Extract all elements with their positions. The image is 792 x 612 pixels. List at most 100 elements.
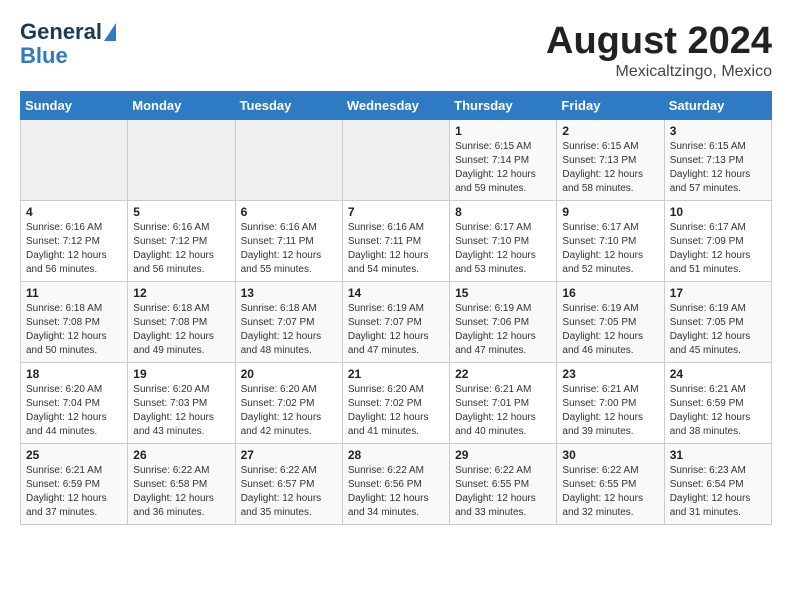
day-info: Sunrise: 6:18 AMSunset: 7:08 PMDaylight:… xyxy=(133,303,214,356)
day-info: Sunrise: 6:15 AMSunset: 7:14 PMDaylight:… xyxy=(455,141,536,194)
calendar-cell: 11 Sunrise: 6:18 AMSunset: 7:08 PMDaylig… xyxy=(21,282,128,363)
day-info: Sunrise: 6:15 AMSunset: 7:13 PMDaylight:… xyxy=(562,141,643,194)
calendar-cell: 14 Sunrise: 6:19 AMSunset: 7:07 PMDaylig… xyxy=(342,282,449,363)
day-info: Sunrise: 6:22 AMSunset: 6:55 PMDaylight:… xyxy=(562,465,643,518)
day-info: Sunrise: 6:17 AMSunset: 7:10 PMDaylight:… xyxy=(455,222,536,275)
logo-blue: Blue xyxy=(20,44,68,68)
calendar-cell: 18 Sunrise: 6:20 AMSunset: 7:04 PMDaylig… xyxy=(21,363,128,444)
calendar-cell: 8 Sunrise: 6:17 AMSunset: 7:10 PMDayligh… xyxy=(450,201,557,282)
day-number: 23 xyxy=(562,367,658,381)
day-info: Sunrise: 6:22 AMSunset: 6:55 PMDaylight:… xyxy=(455,465,536,518)
calendar-cell: 9 Sunrise: 6:17 AMSunset: 7:10 PMDayligh… xyxy=(557,201,664,282)
day-number: 13 xyxy=(241,286,337,300)
calendar-week-1: 1 Sunrise: 6:15 AMSunset: 7:14 PMDayligh… xyxy=(21,120,772,201)
day-number: 1 xyxy=(455,124,551,138)
day-number: 15 xyxy=(455,286,551,300)
calendar-cell: 3 Sunrise: 6:15 AMSunset: 7:13 PMDayligh… xyxy=(664,120,771,201)
calendar-cell: 6 Sunrise: 6:16 AMSunset: 7:11 PMDayligh… xyxy=(235,201,342,282)
day-number: 19 xyxy=(133,367,229,381)
day-number: 6 xyxy=(241,205,337,219)
header-monday: Monday xyxy=(128,92,235,120)
calendar-cell: 15 Sunrise: 6:19 AMSunset: 7:06 PMDaylig… xyxy=(450,282,557,363)
day-number: 11 xyxy=(26,286,122,300)
day-info: Sunrise: 6:21 AMSunset: 7:01 PMDaylight:… xyxy=(455,384,536,437)
page-header: General Blue August 2024 Mexicaltzingo, … xyxy=(20,20,772,81)
day-info: Sunrise: 6:21 AMSunset: 7:00 PMDaylight:… xyxy=(562,384,643,437)
calendar-cell: 7 Sunrise: 6:16 AMSunset: 7:11 PMDayligh… xyxy=(342,201,449,282)
calendar-cell: 10 Sunrise: 6:17 AMSunset: 7:09 PMDaylig… xyxy=(664,201,771,282)
calendar-cell: 29 Sunrise: 6:22 AMSunset: 6:55 PMDaylig… xyxy=(450,444,557,525)
day-info: Sunrise: 6:21 AMSunset: 6:59 PMDaylight:… xyxy=(26,465,107,518)
day-number: 27 xyxy=(241,448,337,462)
day-number: 14 xyxy=(348,286,444,300)
calendar-cell: 13 Sunrise: 6:18 AMSunset: 7:07 PMDaylig… xyxy=(235,282,342,363)
calendar-cell: 16 Sunrise: 6:19 AMSunset: 7:05 PMDaylig… xyxy=(557,282,664,363)
calendar-cell: 22 Sunrise: 6:21 AMSunset: 7:01 PMDaylig… xyxy=(450,363,557,444)
header-row: Sunday Monday Tuesday Wednesday Thursday… xyxy=(21,92,772,120)
calendar-table: Sunday Monday Tuesday Wednesday Thursday… xyxy=(20,91,772,525)
day-info: Sunrise: 6:23 AMSunset: 6:54 PMDaylight:… xyxy=(670,465,751,518)
day-info: Sunrise: 6:19 AMSunset: 7:06 PMDaylight:… xyxy=(455,303,536,356)
calendar-cell: 25 Sunrise: 6:21 AMSunset: 6:59 PMDaylig… xyxy=(21,444,128,525)
day-number: 18 xyxy=(26,367,122,381)
day-info: Sunrise: 6:22 AMSunset: 6:56 PMDaylight:… xyxy=(348,465,429,518)
day-number: 10 xyxy=(670,205,766,219)
logo: General Blue xyxy=(20,20,116,68)
calendar-cell: 5 Sunrise: 6:16 AMSunset: 7:12 PMDayligh… xyxy=(128,201,235,282)
calendar-cell: 17 Sunrise: 6:19 AMSunset: 7:05 PMDaylig… xyxy=(664,282,771,363)
calendar-week-4: 18 Sunrise: 6:20 AMSunset: 7:04 PMDaylig… xyxy=(21,363,772,444)
calendar-cell: 1 Sunrise: 6:15 AMSunset: 7:14 PMDayligh… xyxy=(450,120,557,201)
day-info: Sunrise: 6:20 AMSunset: 7:02 PMDaylight:… xyxy=(348,384,429,437)
calendar-cell: 21 Sunrise: 6:20 AMSunset: 7:02 PMDaylig… xyxy=(342,363,449,444)
calendar-cell: 19 Sunrise: 6:20 AMSunset: 7:03 PMDaylig… xyxy=(128,363,235,444)
day-number: 28 xyxy=(348,448,444,462)
day-number: 22 xyxy=(455,367,551,381)
calendar-cell: 28 Sunrise: 6:22 AMSunset: 6:56 PMDaylig… xyxy=(342,444,449,525)
day-info: Sunrise: 6:18 AMSunset: 7:07 PMDaylight:… xyxy=(241,303,322,356)
calendar-cell: 30 Sunrise: 6:22 AMSunset: 6:55 PMDaylig… xyxy=(557,444,664,525)
day-number: 12 xyxy=(133,286,229,300)
calendar-cell: 20 Sunrise: 6:20 AMSunset: 7:02 PMDaylig… xyxy=(235,363,342,444)
header-saturday: Saturday xyxy=(664,92,771,120)
day-number: 7 xyxy=(348,205,444,219)
day-number: 30 xyxy=(562,448,658,462)
day-info: Sunrise: 6:20 AMSunset: 7:02 PMDaylight:… xyxy=(241,384,322,437)
calendar-week-2: 4 Sunrise: 6:16 AMSunset: 7:12 PMDayligh… xyxy=(21,201,772,282)
day-number: 17 xyxy=(670,286,766,300)
day-number: 24 xyxy=(670,367,766,381)
logo-triangle-icon xyxy=(104,23,116,41)
day-number: 16 xyxy=(562,286,658,300)
day-info: Sunrise: 6:16 AMSunset: 7:11 PMDaylight:… xyxy=(348,222,429,275)
header-tuesday: Tuesday xyxy=(235,92,342,120)
day-number: 8 xyxy=(455,205,551,219)
day-number: 9 xyxy=(562,205,658,219)
calendar-week-3: 11 Sunrise: 6:18 AMSunset: 7:08 PMDaylig… xyxy=(21,282,772,363)
day-info: Sunrise: 6:16 AMSunset: 7:11 PMDaylight:… xyxy=(241,222,322,275)
day-number: 2 xyxy=(562,124,658,138)
header-thursday: Thursday xyxy=(450,92,557,120)
day-number: 3 xyxy=(670,124,766,138)
header-friday: Friday xyxy=(557,92,664,120)
calendar-cell xyxy=(235,120,342,201)
calendar-cell: 2 Sunrise: 6:15 AMSunset: 7:13 PMDayligh… xyxy=(557,120,664,201)
calendar-cell: 27 Sunrise: 6:22 AMSunset: 6:57 PMDaylig… xyxy=(235,444,342,525)
day-info: Sunrise: 6:19 AMSunset: 7:05 PMDaylight:… xyxy=(562,303,643,356)
day-number: 31 xyxy=(670,448,766,462)
day-info: Sunrise: 6:20 AMSunset: 7:04 PMDaylight:… xyxy=(26,384,107,437)
calendar-cell: 23 Sunrise: 6:21 AMSunset: 7:00 PMDaylig… xyxy=(557,363,664,444)
day-number: 29 xyxy=(455,448,551,462)
day-info: Sunrise: 6:16 AMSunset: 7:12 PMDaylight:… xyxy=(133,222,214,275)
title-block: August 2024 Mexicaltzingo, Mexico xyxy=(546,20,772,81)
day-info: Sunrise: 6:19 AMSunset: 7:05 PMDaylight:… xyxy=(670,303,751,356)
day-info: Sunrise: 6:19 AMSunset: 7:07 PMDaylight:… xyxy=(348,303,429,356)
day-number: 5 xyxy=(133,205,229,219)
calendar-cell xyxy=(21,120,128,201)
day-number: 25 xyxy=(26,448,122,462)
day-number: 21 xyxy=(348,367,444,381)
calendar-cell: 24 Sunrise: 6:21 AMSunset: 6:59 PMDaylig… xyxy=(664,363,771,444)
calendar-cell: 4 Sunrise: 6:16 AMSunset: 7:12 PMDayligh… xyxy=(21,201,128,282)
day-info: Sunrise: 6:17 AMSunset: 7:09 PMDaylight:… xyxy=(670,222,751,275)
header-sunday: Sunday xyxy=(21,92,128,120)
day-info: Sunrise: 6:15 AMSunset: 7:13 PMDaylight:… xyxy=(670,141,751,194)
page-title: August 2024 xyxy=(546,20,772,63)
